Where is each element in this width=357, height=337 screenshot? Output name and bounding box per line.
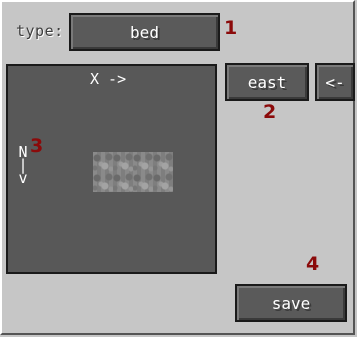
structure-preview[interactable]: 3 X -> N | v [6,64,217,274]
back-button[interactable]: <- [315,63,355,101]
annotation-4: 4 [306,253,320,275]
annotation-1: 1 [224,17,238,39]
direction-button[interactable]: east [225,63,309,101]
annotation-3: 3 [30,135,44,157]
north-axis-arrow-head: v [18,169,28,187]
type-selector-button[interactable]: bed [69,13,220,51]
type-value: bed [130,22,159,42]
north-axis-indicator: N | v [16,145,30,187]
annotation-2: 2 [263,101,277,123]
direction-label: east [247,72,287,92]
back-label: <- [325,72,345,92]
save-button[interactable]: save [235,284,347,322]
save-label: save [271,293,311,313]
type-label: type: [16,22,64,40]
x-axis-label: X -> [90,70,127,88]
stone-block-icon [93,152,173,192]
